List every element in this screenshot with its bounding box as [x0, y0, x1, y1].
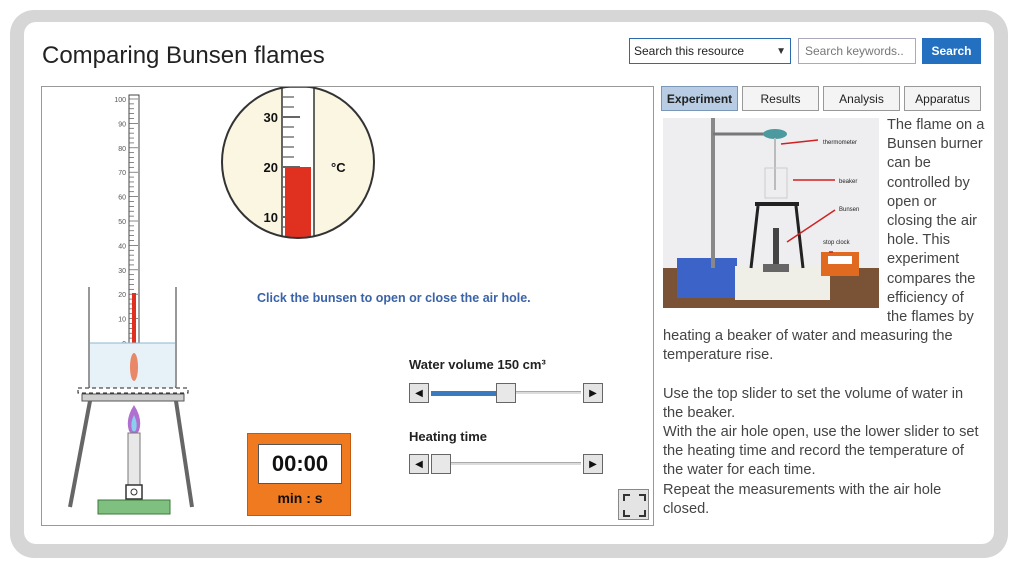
- apparatus-photo: thermometer beaker Bunsen stop clock: [663, 118, 879, 308]
- search-input[interactable]: [798, 38, 916, 64]
- thermometer-tick-label: 50: [118, 219, 126, 226]
- tab-experiment[interactable]: Experiment: [661, 86, 738, 111]
- tab-apparatus[interactable]: Apparatus: [904, 86, 981, 111]
- heating-time-slider[interactable]: ◀ ▶: [409, 454, 603, 474]
- arrow-right-icon[interactable]: ▶: [583, 383, 603, 403]
- thermometer-tick-label: 30: [118, 268, 126, 275]
- thermometer-tick-label: 80: [118, 146, 126, 153]
- burner-base: [97, 499, 171, 515]
- fullscreen-icon: [623, 494, 646, 517]
- tripod-top: [81, 393, 185, 402]
- thermometer-tick-label: 10: [118, 317, 126, 324]
- gauze: [77, 387, 189, 394]
- timer-display: 00:00: [258, 444, 342, 484]
- tab-results[interactable]: Results: [742, 86, 819, 111]
- description-instruction-3: Repeat the measurements with the air hol…: [663, 481, 942, 517]
- stop-clock: 00:00 min : s: [247, 433, 351, 516]
- photo-label-thermometer: thermometer: [823, 140, 857, 146]
- fullscreen-button[interactable]: [618, 489, 649, 520]
- zoom-tick-label: 20: [264, 160, 278, 175]
- thermometer-tick-label: 90: [118, 121, 126, 128]
- search-scope-value: Search this resource: [634, 44, 745, 58]
- zoom-unit-label: °C: [331, 160, 346, 175]
- water-volume-slider[interactable]: ◀ ▶: [409, 383, 603, 403]
- thermometer-tick-label: 60: [118, 195, 126, 202]
- arrow-left-icon[interactable]: ◀: [409, 454, 429, 474]
- zoom-thermometer: [222, 87, 374, 238]
- tab-bar: Experiment Results Analysis Apparatus: [661, 86, 981, 111]
- description-instruction-2: With the air hole open, use the lower sl…: [663, 424, 979, 479]
- chevron-down-icon: ▼: [776, 45, 786, 57]
- arrow-right-icon[interactable]: ▶: [583, 454, 603, 474]
- photo-label-bunsen: Bunsen: [839, 207, 859, 213]
- slider-track: [431, 462, 581, 467]
- thermometer-tick-label: 100: [114, 97, 126, 104]
- arrow-left-icon[interactable]: ◀: [409, 383, 429, 403]
- photo-label-stop-clock: stop clock: [823, 240, 851, 246]
- thermometer-tick-label: 20: [118, 292, 126, 299]
- burner-tube: [127, 432, 141, 486]
- search-button[interactable]: Search: [922, 38, 981, 64]
- photo-label-beaker: beaker: [839, 179, 857, 185]
- water-volume-label: Water volume 150 cm³: [409, 357, 546, 372]
- zoom-tick-label: 30: [264, 110, 278, 125]
- tab-analysis[interactable]: Analysis: [823, 86, 900, 111]
- description-panel: thermometer beaker Bunsen stop clock The…: [663, 116, 985, 526]
- zoom-tick-label: 10: [264, 210, 278, 225]
- slider-fill: [431, 391, 498, 396]
- page-title: Comparing Bunsen flames: [42, 42, 325, 69]
- instruction-text: Click the bunsen to open or close the ai…: [257, 291, 531, 305]
- description-instruction-1: Use the top slider to set the volume of …: [663, 385, 964, 421]
- simulation-panel: 1009080706050403020100: [41, 86, 654, 526]
- heating-time-label: Heating time: [409, 429, 488, 444]
- thermometer-tick-label: 70: [118, 170, 126, 177]
- bunsen-burner[interactable]: [97, 405, 171, 515]
- search-scope-select[interactable]: Search this resource ▼: [629, 38, 791, 64]
- slider-thumb[interactable]: [431, 454, 451, 474]
- thermometer-tick-label: 40: [118, 243, 126, 250]
- slider-thumb[interactable]: [496, 383, 516, 403]
- thermometer-bulb: [130, 353, 138, 381]
- timer-unit: min : s: [277, 490, 323, 506]
